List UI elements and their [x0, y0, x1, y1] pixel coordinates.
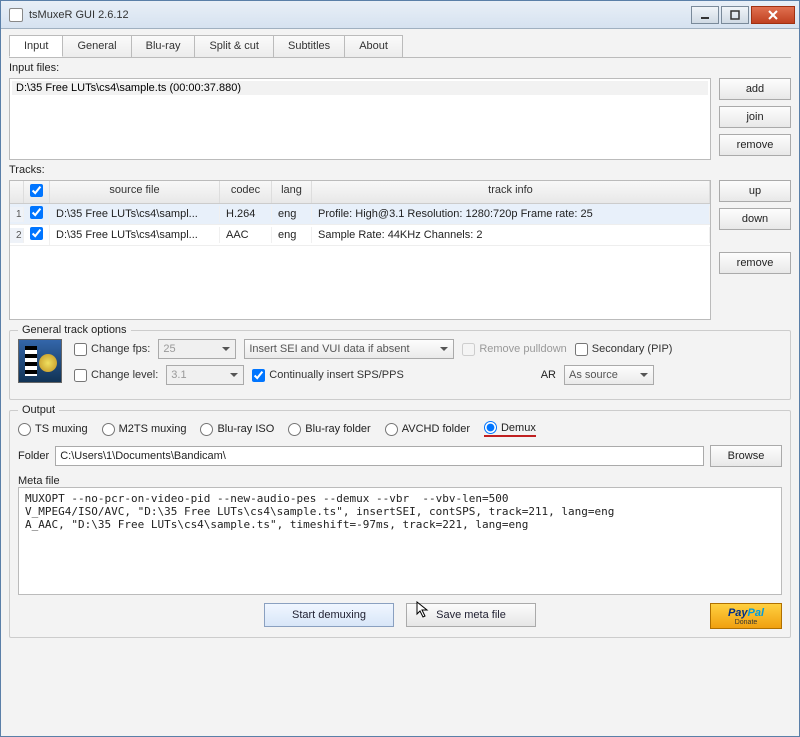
main-tabs: Input General Blu-ray Split & cut Subtit… [9, 35, 791, 58]
close-button[interactable] [751, 6, 795, 24]
start-demuxing-button[interactable]: Start demuxing [264, 603, 394, 627]
track-checkbox[interactable] [30, 206, 43, 219]
radio-m2ts-muxing[interactable]: M2TS muxing [102, 423, 187, 436]
col-track-info[interactable]: track info [312, 181, 710, 203]
radio-ts-muxing[interactable]: TS muxing [18, 423, 88, 436]
tracks-label: Tracks: [9, 164, 791, 176]
radio-avchd-folder[interactable]: AVCHD folder [385, 423, 470, 436]
input-files-label: Input files: [9, 62, 791, 74]
track-row[interactable]: 1 D:\35 Free LUTs\cs4\sampl... H.264 eng… [10, 204, 710, 225]
client-area: Input General Blu-ray Split & cut Subtit… [1, 29, 799, 736]
track-row[interactable]: 2 D:\35 Free LUTs\cs4\sampl... AAC eng S… [10, 225, 710, 246]
folder-input[interactable] [55, 446, 704, 466]
add-button[interactable]: add [719, 78, 791, 100]
tab-split-cut[interactable]: Split & cut [194, 35, 274, 57]
browse-button[interactable]: Browse [710, 445, 782, 467]
meta-file-text[interactable]: MUXOPT --no-pcr-on-video-pid --new-audio… [18, 487, 782, 595]
minimize-button[interactable] [691, 6, 719, 24]
col-codec[interactable]: codec [220, 181, 272, 203]
input-file-item[interactable]: D:\35 Free LUTs\cs4\sample.ts (00:00:37.… [12, 81, 708, 95]
tab-about[interactable]: About [344, 35, 403, 57]
level-select[interactable]: 3.1 [166, 365, 244, 385]
window-title: tsMuxeR GUI 2.6.12 [29, 9, 129, 21]
up-button[interactable]: up [719, 180, 791, 202]
tracks-table[interactable]: source file codec lang track info 1 D:\3… [9, 180, 711, 320]
tab-subtitles[interactable]: Subtitles [273, 35, 345, 57]
join-button[interactable]: join [719, 106, 791, 128]
app-icon [9, 8, 23, 22]
remove-pulldown-checkbox [462, 343, 475, 356]
tab-input[interactable]: Input [9, 35, 63, 57]
output-group: Output TS muxing M2TS muxing Blu-ray ISO… [9, 410, 791, 638]
check-all[interactable] [30, 184, 43, 197]
save-meta-button[interactable]: Save meta file [406, 603, 536, 627]
down-button[interactable]: down [719, 208, 791, 230]
fps-select[interactable]: 25 [158, 339, 236, 359]
tab-general[interactable]: General [62, 35, 131, 57]
remove-track-button[interactable]: remove [719, 252, 791, 274]
cont-sps-checkbox[interactable] [252, 369, 265, 382]
paypal-donate-button[interactable]: PayPal Donate [710, 603, 782, 629]
general-track-options-group: General track options Change fps: 25 Ins… [9, 330, 791, 400]
change-fps-checkbox[interactable] [74, 343, 87, 356]
video-thumb-icon [18, 339, 62, 383]
sei-select[interactable]: Insert SEI and VUI data if absent [244, 339, 454, 359]
col-source-file[interactable]: source file [50, 181, 220, 203]
titlebar: tsMuxeR GUI 2.6.12 [1, 1, 799, 29]
radio-demux[interactable]: Demux [484, 421, 536, 437]
tab-bluray[interactable]: Blu-ray [131, 35, 196, 57]
maximize-button[interactable] [721, 6, 749, 24]
col-lang[interactable]: lang [272, 181, 312, 203]
input-files-list[interactable]: D:\35 Free LUTs\cs4\sample.ts (00:00:37.… [9, 78, 711, 160]
remove-input-button[interactable]: remove [719, 134, 791, 156]
radio-bluray-folder[interactable]: Blu-ray folder [288, 423, 370, 436]
secondary-pip-checkbox[interactable] [575, 343, 588, 356]
radio-bluray-iso[interactable]: Blu-ray ISO [200, 423, 274, 436]
ar-select[interactable]: As source [564, 365, 654, 385]
track-checkbox[interactable] [30, 227, 43, 240]
change-level-checkbox[interactable] [74, 369, 87, 382]
app-window: tsMuxeR GUI 2.6.12 Input General Blu-ray… [0, 0, 800, 737]
